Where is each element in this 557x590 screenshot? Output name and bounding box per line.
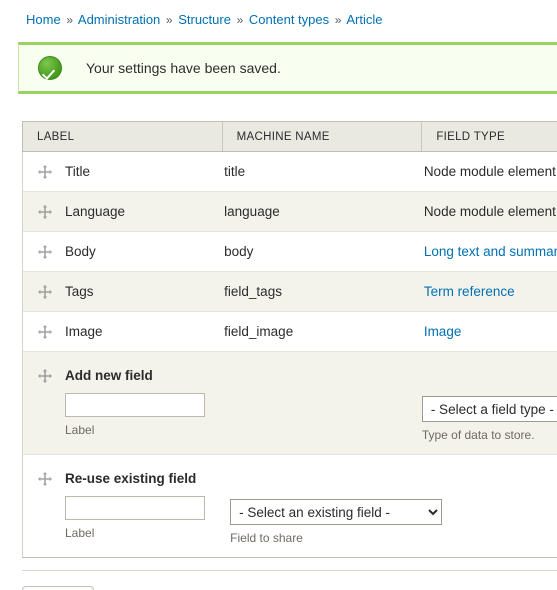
drag-handle-icon[interactable] — [37, 244, 53, 260]
table-header-row: LABEL MACHINE NAME FIELD TYPE — [22, 121, 557, 152]
cell-field-type: Long text and summary — [421, 231, 557, 272]
field-machine-name: language — [224, 204, 280, 219]
existing-field-select-description: Field to share — [230, 531, 303, 545]
field-type: Node module element — [423, 204, 556, 219]
breadcrumb-item-article[interactable]: Article — [346, 12, 382, 27]
fields-table-body: Title title Node module element Language — [22, 151, 557, 558]
field-type-select[interactable]: - Select a field type - — [421, 396, 557, 422]
reuse-field-label-description: Label — [65, 525, 95, 540]
fields-table-region: LABEL MACHINE NAME FIELD TYPE Title titl… — [0, 121, 557, 558]
cell-field-type: Image — [421, 311, 557, 352]
existing-field-select[interactable]: - Select an existing field - — [230, 499, 443, 525]
cell-label: Language — [22, 191, 223, 232]
table-row: Title title Node module element — [22, 151, 557, 192]
cell-label: Title — [22, 151, 223, 192]
field-machine-name: field_tags — [224, 284, 282, 299]
add-new-field-title: Add new field — [65, 368, 153, 383]
field-label: Image — [65, 324, 103, 339]
field-label: Tags — [65, 284, 94, 299]
add-new-field-label-description: Label — [65, 422, 95, 437]
breadcrumb-item-home[interactable]: Home — [26, 12, 61, 27]
fields-table: LABEL MACHINE NAME FIELD TYPE Title titl… — [22, 121, 557, 558]
drag-handle-icon[interactable] — [37, 368, 53, 384]
field-type-link[interactable]: Long text and summary — [422, 244, 557, 259]
table-row: Language language Node module element — [22, 191, 557, 232]
cell-machine-name: title — [222, 151, 422, 192]
table-row: Tags field_tags Term reference — [22, 271, 557, 312]
field-type-link[interactable]: Image — [422, 324, 462, 339]
reuse-existing-field-row: Re-use existing field Label - Select an … — [22, 454, 557, 558]
cell-machine-name: field_tags — [222, 271, 422, 312]
cell-label: Tags — [22, 271, 223, 312]
drag-handle-icon[interactable] — [37, 471, 53, 487]
check-circle-icon — [38, 56, 62, 80]
status-message-text: Your settings have been saved. — [86, 60, 281, 76]
cell-label: Image — [22, 311, 223, 352]
breadcrumb-separator: » — [165, 13, 173, 27]
cell-field-type: Node module element — [421, 191, 557, 232]
cell-label: Body — [22, 231, 223, 272]
status-message: Your settings have been saved. — [18, 42, 557, 94]
add-new-field-row: Add new field Label - Select a field typ… — [22, 351, 557, 455]
field-type-select-description: Type of data to store. — [421, 428, 535, 442]
drag-handle-icon[interactable] — [37, 204, 53, 220]
drag-handle-icon[interactable] — [37, 284, 53, 300]
table-row: Body body Long text and summary — [22, 231, 557, 272]
reuse-existing-field-title-wrap: Re-use existing field — [37, 471, 222, 487]
status-message-region: Your settings have been saved. — [0, 42, 557, 94]
reuse-existing-field-title: Re-use existing field — [65, 471, 197, 486]
column-header-machine-name: MACHINE NAME — [222, 121, 423, 152]
reuse-field-label-input[interactable] — [65, 495, 205, 520]
cell-machine-name: field_image — [222, 311, 422, 352]
cell-add-new-field-type: - Select a field type - Type of data to … — [421, 351, 557, 455]
cell-reuse-field-label: Re-use existing field Label — [22, 454, 223, 558]
add-new-field-label-input[interactable] — [65, 392, 205, 417]
column-header-label: LABEL — [22, 121, 223, 152]
breadcrumb: Home » Administration » Structure » Cont… — [0, 0, 557, 28]
actions-region: Save — [0, 571, 557, 590]
cell-machine-name: body — [222, 231, 422, 272]
breadcrumb-item-content-types[interactable]: Content types — [249, 12, 329, 27]
field-machine-name: field_image — [224, 324, 294, 339]
field-type: Node module element — [423, 164, 556, 179]
breadcrumb-separator: » — [334, 13, 342, 27]
field-label: Language — [65, 204, 126, 219]
field-machine-name: body — [224, 244, 254, 259]
fields-table-header: LABEL MACHINE NAME FIELD TYPE — [22, 121, 557, 152]
table-row: Image field_image Image — [22, 311, 557, 352]
save-button[interactable]: Save — [22, 586, 94, 590]
cell-field-type: Term reference — [421, 271, 557, 312]
cell-add-new-field-machine-name — [222, 351, 422, 455]
breadcrumb-separator: » — [236, 13, 244, 27]
field-type-link[interactable]: Term reference — [422, 284, 515, 299]
drag-handle-icon[interactable] — [37, 324, 53, 340]
cell-field-type: Node module element — [421, 151, 557, 192]
cell-add-new-field-label: Add new field Label — [22, 351, 223, 455]
breadcrumb-separator: » — [66, 13, 73, 27]
breadcrumb-item-administration[interactable]: Administration — [78, 12, 160, 27]
field-label: Title — [65, 164, 91, 179]
breadcrumb-item-structure[interactable]: Structure — [178, 12, 231, 27]
column-header-field-type: FIELD TYPE — [421, 121, 557, 152]
drag-handle-icon[interactable] — [37, 164, 53, 180]
field-label: Body — [65, 244, 96, 259]
add-new-field-title-wrap: Add new field — [37, 368, 222, 384]
cell-machine-name: language — [222, 191, 422, 232]
field-machine-name: title — [224, 164, 246, 179]
cell-reuse-field-select: - Select an existing field - Field to sh… — [222, 454, 557, 558]
